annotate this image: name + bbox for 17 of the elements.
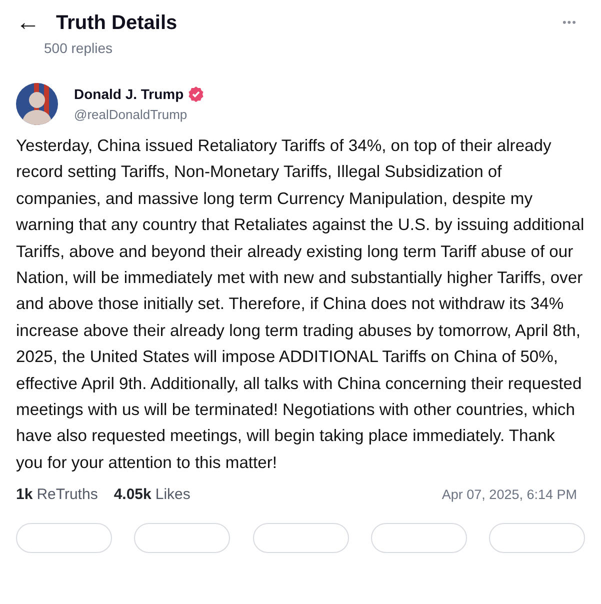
- post-timestamp: Apr 07, 2025, 6:14 PM: [442, 486, 577, 504]
- avatar-icon[interactable]: [16, 83, 58, 125]
- reply-count: 500 replies: [44, 39, 112, 58]
- action-button[interactable]: [489, 522, 585, 553]
- stat-label[interactable]: ReTruths: [36, 484, 98, 507]
- action-button[interactable]: [252, 522, 348, 553]
- back-button[interactable]: ←: [16, 11, 40, 35]
- author-handle[interactable]: @realDonaldTrump: [74, 104, 204, 124]
- post-text: Yesterday, China issued Retaliatory Tariffs of 34%, on top of their already record setting Tariffs, Non-Monetary Tariffs, Illegal Subsidization of companies, and massive long term Currency Manipulation, despite my warning that any country that Retaliates against the U.S. by issuing additional Tariffs, above and beyond their already existing long term Tariff abuse of our Nation, will be immediately met with new and substantially higher Tariffs, over and above those initially set. Therefore, if China does not withdraw its 34% increase above their already long term trading abuses by tomorrow, April 8th, 2025, the United States will impose ADDITIONAL Tariffs on China of 50%, effective April 9th. Additionally, all talks with China concerning their requested meetings with us will be terminated! Negotiations with other countries, which have also requested meetings, will begin taking place immediately. Thank you for your attention to this matter!: [16, 135, 585, 474]
- stat-count: 1k: [16, 485, 33, 506]
- author-name[interactable]: Donald J. Trump: [74, 84, 184, 105]
- action-button[interactable]: [134, 522, 230, 553]
- action-button[interactable]: [370, 522, 467, 553]
- stat-label[interactable]: Likes: [155, 484, 190, 507]
- action-button[interactable]: [16, 522, 112, 553]
- stat-count: 4.05k: [114, 485, 152, 506]
- page-title: Truth Details: [56, 11, 178, 36]
